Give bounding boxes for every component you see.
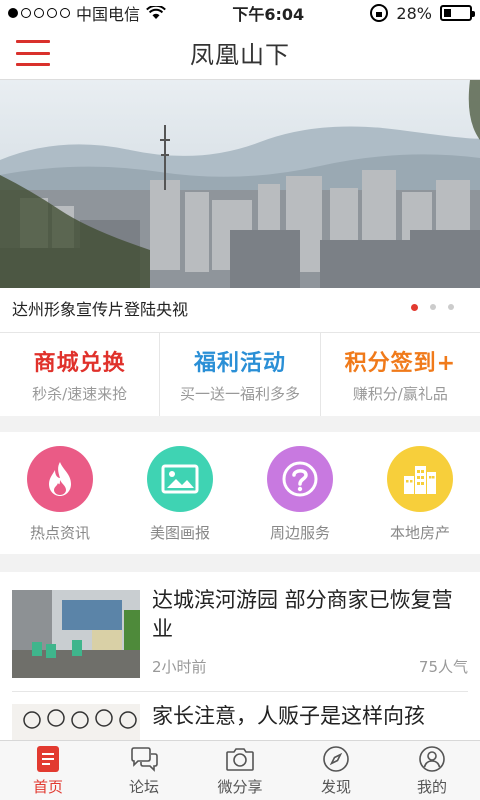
- news-popularity: 75人气: [418, 658, 468, 676]
- promo-mall-exchange[interactable]: 商城兑换 秒杀/速速来抢: [0, 333, 161, 416]
- banner-carousel[interactable]: 达州形象宣传片登陆央视: [0, 80, 480, 332]
- category-grid: 热点资讯 美图画报 周边服务 本地房产: [0, 432, 480, 554]
- tab-label: 首页: [32, 778, 63, 796]
- promo-title: 积分签到+: [344, 351, 457, 376]
- buildings-icon[interactable]: [387, 446, 453, 512]
- category-services[interactable]: 周边服务: [240, 432, 360, 554]
- tab-label: 论坛: [128, 778, 159, 796]
- tab-home[interactable]: 首页: [0, 741, 96, 800]
- carousel-dot[interactable]: [448, 304, 454, 310]
- battery-percent: 28%: [396, 3, 432, 23]
- tab-label: 我的: [416, 778, 447, 796]
- promo-subtitle: 买一送一福利多多: [179, 385, 300, 403]
- page-title: 凤凰山下: [190, 41, 290, 69]
- promo-welfare[interactable]: 福利活动 买一送一福利多多: [160, 333, 321, 416]
- flame-icon[interactable]: [27, 446, 93, 512]
- news-title[interactable]: 达城滨河游园 部分商家已恢复营业: [152, 586, 468, 644]
- promo-subtitle: 赚积分/赢礼品: [352, 385, 448, 403]
- category-hot-news[interactable]: 热点资讯: [0, 432, 120, 554]
- category-label: 周边服务: [269, 524, 330, 542]
- news-thumbnail[interactable]: [12, 590, 140, 678]
- picture-icon[interactable]: [147, 446, 213, 512]
- category-label: 美图画报: [149, 524, 210, 542]
- carousel-dots: [411, 304, 454, 311]
- news-item[interactable]: 家长注意，人贩子是这样向孩: [12, 692, 468, 740]
- tab-share[interactable]: 微分享: [192, 741, 288, 800]
- status-bar: 中国电信 下午6:04 28%: [0, 0, 480, 26]
- user-icon[interactable]: [417, 744, 447, 774]
- chat-bubbles-icon[interactable]: [129, 744, 159, 774]
- wifi-icon: [146, 6, 166, 19]
- camera-icon[interactable]: [225, 744, 255, 774]
- banner-caption[interactable]: 达州形象宣传片登陆央视: [12, 296, 188, 320]
- news-time: 2小时前: [152, 658, 207, 676]
- promo-title: 商城兑换: [33, 351, 126, 376]
- category-label: 本地房产: [389, 524, 450, 542]
- rotation-lock-icon: [370, 4, 389, 22]
- banner-image[interactable]: [0, 80, 480, 288]
- promo-row: 商城兑换 秒杀/速速来抢 福利活动 买一送一福利多多 积分签到+ 赚积分/赢礼品: [0, 332, 480, 416]
- carousel-dot[interactable]: [430, 304, 436, 310]
- tab-me[interactable]: 我的: [384, 741, 480, 800]
- home-doc-icon[interactable]: [33, 744, 63, 774]
- tab-label: 微分享: [217, 778, 263, 796]
- nav-bar: 凤凰山下: [0, 26, 480, 80]
- battery-icon: [439, 5, 475, 21]
- tab-label: 发现: [320, 778, 351, 796]
- news-item[interactable]: 达城滨河游园 部分商家已恢复营业 2小时前 75人气: [12, 572, 468, 692]
- promo-checkin[interactable]: 积分签到+ 赚积分/赢礼品: [321, 333, 480, 416]
- promo-subtitle: 秒杀/速速来抢: [32, 385, 128, 403]
- carrier-label: 中国电信: [76, 5, 141, 24]
- tab-bar: 首页 论坛 微分享 发现 我的: [0, 740, 480, 800]
- news-list: 达城滨河游园 部分商家已恢复营业 2小时前 75人气 家长注意，人贩子是这样向孩: [0, 572, 480, 740]
- compass-icon[interactable]: [321, 744, 351, 774]
- status-right: 28%: [370, 3, 475, 23]
- promo-title: 福利活动: [193, 351, 286, 376]
- news-thumbnail[interactable]: [12, 704, 140, 740]
- status-left: 中国电信: [8, 1, 166, 25]
- status-time: 下午6:04: [232, 5, 305, 24]
- carousel-dot[interactable]: [411, 304, 418, 311]
- signal-icon: [8, 8, 70, 18]
- tab-forum[interactable]: 论坛: [96, 741, 192, 800]
- question-icon[interactable]: [267, 446, 333, 512]
- category-gallery[interactable]: 美图画报: [120, 432, 240, 554]
- category-label: 热点资讯: [29, 524, 90, 542]
- news-title[interactable]: 家长注意，人贩子是这样向孩: [152, 702, 468, 731]
- category-real-estate[interactable]: 本地房产: [360, 432, 480, 554]
- tab-discover[interactable]: 发现: [288, 741, 384, 800]
- menu-icon[interactable]: [16, 40, 50, 66]
